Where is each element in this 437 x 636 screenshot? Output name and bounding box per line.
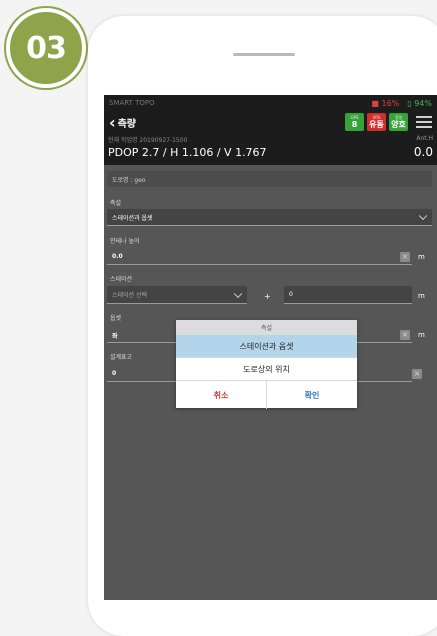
dialog-actions: 취소 확인	[176, 381, 357, 409]
battery-right-indicator: ▯ 94%	[407, 98, 432, 108]
chevron-down-icon	[418, 211, 428, 221]
page-title: 측량	[117, 118, 136, 130]
clear-offset-icon[interactable]: ×	[400, 330, 410, 340]
antenna-unit: m	[418, 253, 425, 261]
option-road-position[interactable]: 도로상의 위치	[176, 358, 357, 381]
survey-label: 측설	[110, 200, 122, 207]
gps-badge: GPS 8	[345, 113, 364, 131]
antenna-height-label: Ant.H	[416, 135, 433, 142]
status-bar: SMART TOPO ■ 16% ▯ 94%	[104, 95, 437, 111]
road-name-bar: 도로명 : geo	[107, 171, 432, 187]
phone-speaker	[233, 53, 295, 56]
gps-badge-value: 8	[351, 120, 358, 129]
offset-label: 옵셋	[110, 315, 122, 322]
offset-unit: m	[418, 331, 425, 339]
survey-mode-value: 스테이션과 옵셋	[112, 214, 153, 222]
precision-badge-value: 양호	[391, 120, 406, 129]
station-placeholder: 스테이션 선택	[112, 292, 148, 299]
back-arrow-icon[interactable]: ‹	[109, 113, 116, 132]
antenna-height-input-value: 0.0	[112, 253, 123, 260]
confirm-button[interactable]: 확인	[267, 381, 357, 409]
app-bar: ‹ 측량 GPS 8 VRS 유동 정밀 양호	[104, 111, 437, 133]
status-app-name: SMART TOPO	[109, 99, 155, 107]
offset-value: 좌	[112, 333, 118, 340]
plus-sign: +	[264, 292, 271, 301]
survey-mode-dialog: 측설 스테이션과 옵셋 도로상의 위치 취소 확인	[176, 320, 357, 409]
antenna-height-field[interactable]	[107, 247, 412, 265]
station-offset-value: 0	[289, 291, 293, 298]
survey-info-panel: 현재 작업명 20190927-1500 PDOP 2.7 / H 1.106 …	[104, 133, 437, 165]
vrs-badge-key: VRS	[372, 115, 381, 120]
dialog-title: 측설	[176, 320, 357, 335]
battery-left-indicator: ■ 16%	[371, 98, 400, 108]
antenna-label: 안테나 높이	[110, 238, 140, 245]
station-select[interactable]: 스테이션 선택	[107, 286, 247, 304]
menu-icon[interactable]	[416, 113, 432, 131]
option-station-offset[interactable]: 스테이션과 옵셋	[176, 335, 357, 358]
cancel-button[interactable]: 취소	[176, 381, 267, 409]
antenna-height-value: 0.0	[413, 145, 433, 159]
step-number-badge: 03	[6, 8, 86, 88]
design-elevation-value: 0	[112, 370, 117, 377]
clear-design-icon[interactable]: ×	[412, 369, 422, 379]
step-number: 03	[26, 30, 67, 66]
survey-mode-dropdown[interactable]: 스테이션과 옵셋	[107, 209, 432, 226]
app-screen: SMART TOPO ■ 16% ▯ 94% ‹ 측량 GPS 8 VRS 유동…	[104, 95, 437, 600]
station-offset-input[interactable]: 0	[284, 286, 412, 304]
clear-antenna-icon[interactable]: ×	[400, 252, 410, 262]
precision-badge-key: 정밀	[394, 115, 403, 120]
station-label: 스테이션	[110, 276, 133, 283]
station-unit: m	[418, 292, 425, 300]
precision-badge: 정밀 양호	[389, 113, 408, 131]
work-file-name: 현재 작업명 20190927-1500	[108, 137, 188, 144]
chevron-down-icon	[233, 289, 243, 298]
design-elevation-label: 설계표고	[110, 354, 133, 361]
dop-readout: PDOP 2.7 / H 1.106 / V 1.767	[108, 146, 267, 159]
vrs-badge: VRS 유동	[367, 113, 386, 131]
vrs-badge-value: 유동	[369, 120, 384, 129]
gps-badge-key: GPS	[350, 115, 359, 120]
